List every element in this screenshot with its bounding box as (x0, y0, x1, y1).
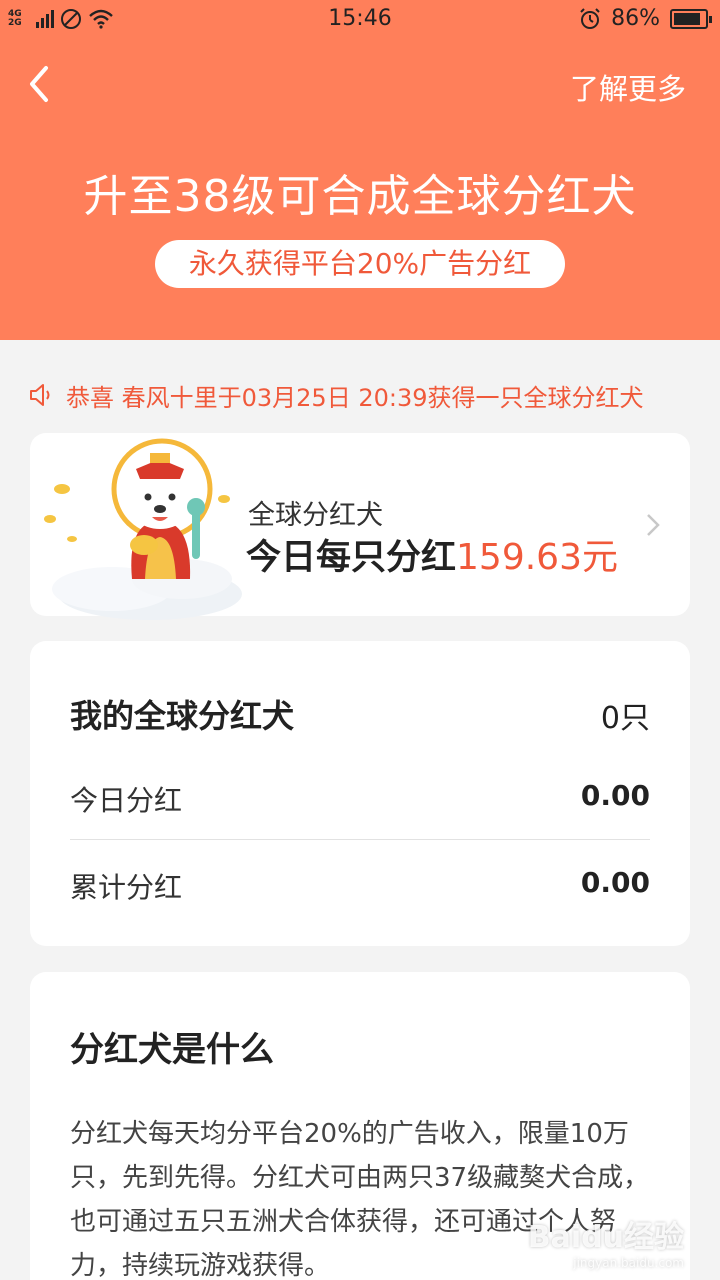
dividend-dog-card[interactable]: 全球分红犬 今日每只分红159.63元 (30, 433, 690, 620)
header: 4G 2G 15:46 86% 了解更多 升至38级可合成全球分红犬 永久获得平… (0, 0, 720, 340)
watermark: Baidu经验 jingyan.baidu.com (528, 1212, 684, 1270)
row-label: 累计分红 (70, 871, 183, 904)
winner-notice: 恭喜 春风十里于03月25日 20:39获得一只全球分红犬 (28, 375, 698, 415)
status-right: 86% (579, 6, 712, 31)
dividend-amount: 159.63元 (456, 537, 618, 578)
dividend-label: 今日每只分红 (246, 538, 457, 578)
battery-percent: 86% (611, 6, 660, 31)
watermark-text: Baidu经验 (527, 1220, 684, 1255)
promo-pill: 永久获得平台20%广告分红 (155, 240, 565, 288)
battery-icon (670, 8, 712, 29)
status-bar: 4G 2G 15:46 86% (0, 0, 720, 40)
chevron-right-icon[interactable] (646, 513, 660, 537)
dividend-per-dog: 今日每只分红159.63元 (246, 528, 618, 580)
page-title: 升至38级可合成全球分红犬 (83, 171, 637, 222)
learn-more-link[interactable]: 了解更多 (570, 66, 686, 108)
watermark-sub: jingyan.baidu.com (573, 1256, 684, 1270)
row-value: 0.00 (580, 866, 650, 899)
my-dogs-title: 我的全球分红犬 (70, 697, 295, 735)
chevron-left-icon[interactable] (24, 62, 64, 106)
alarm-icon (580, 7, 600, 29)
row-label: 今日分红 (70, 784, 183, 817)
notice-text: 恭喜 春风十里于03月25日 20:39获得一只全球分红犬 (66, 383, 644, 412)
row-value: 0.00 (580, 779, 650, 812)
info-title: 分红犬是什么 (70, 1030, 274, 1070)
my-dogs-card: 我的全球分红犬 0只 今日分红 0.00 累计分红 0.00 (30, 641, 690, 946)
divider (70, 839, 650, 840)
my-dogs-count: 0只 (600, 701, 650, 736)
total-dividend-row: 累计分红 0.00 (70, 866, 650, 906)
speaker-icon (30, 384, 50, 406)
battery-fill (674, 12, 700, 25)
today-dividend-row: 今日分红 0.00 (70, 779, 650, 819)
dog-name: 全球分红犬 (248, 500, 383, 531)
dog-mascot-illustration (44, 438, 242, 620)
